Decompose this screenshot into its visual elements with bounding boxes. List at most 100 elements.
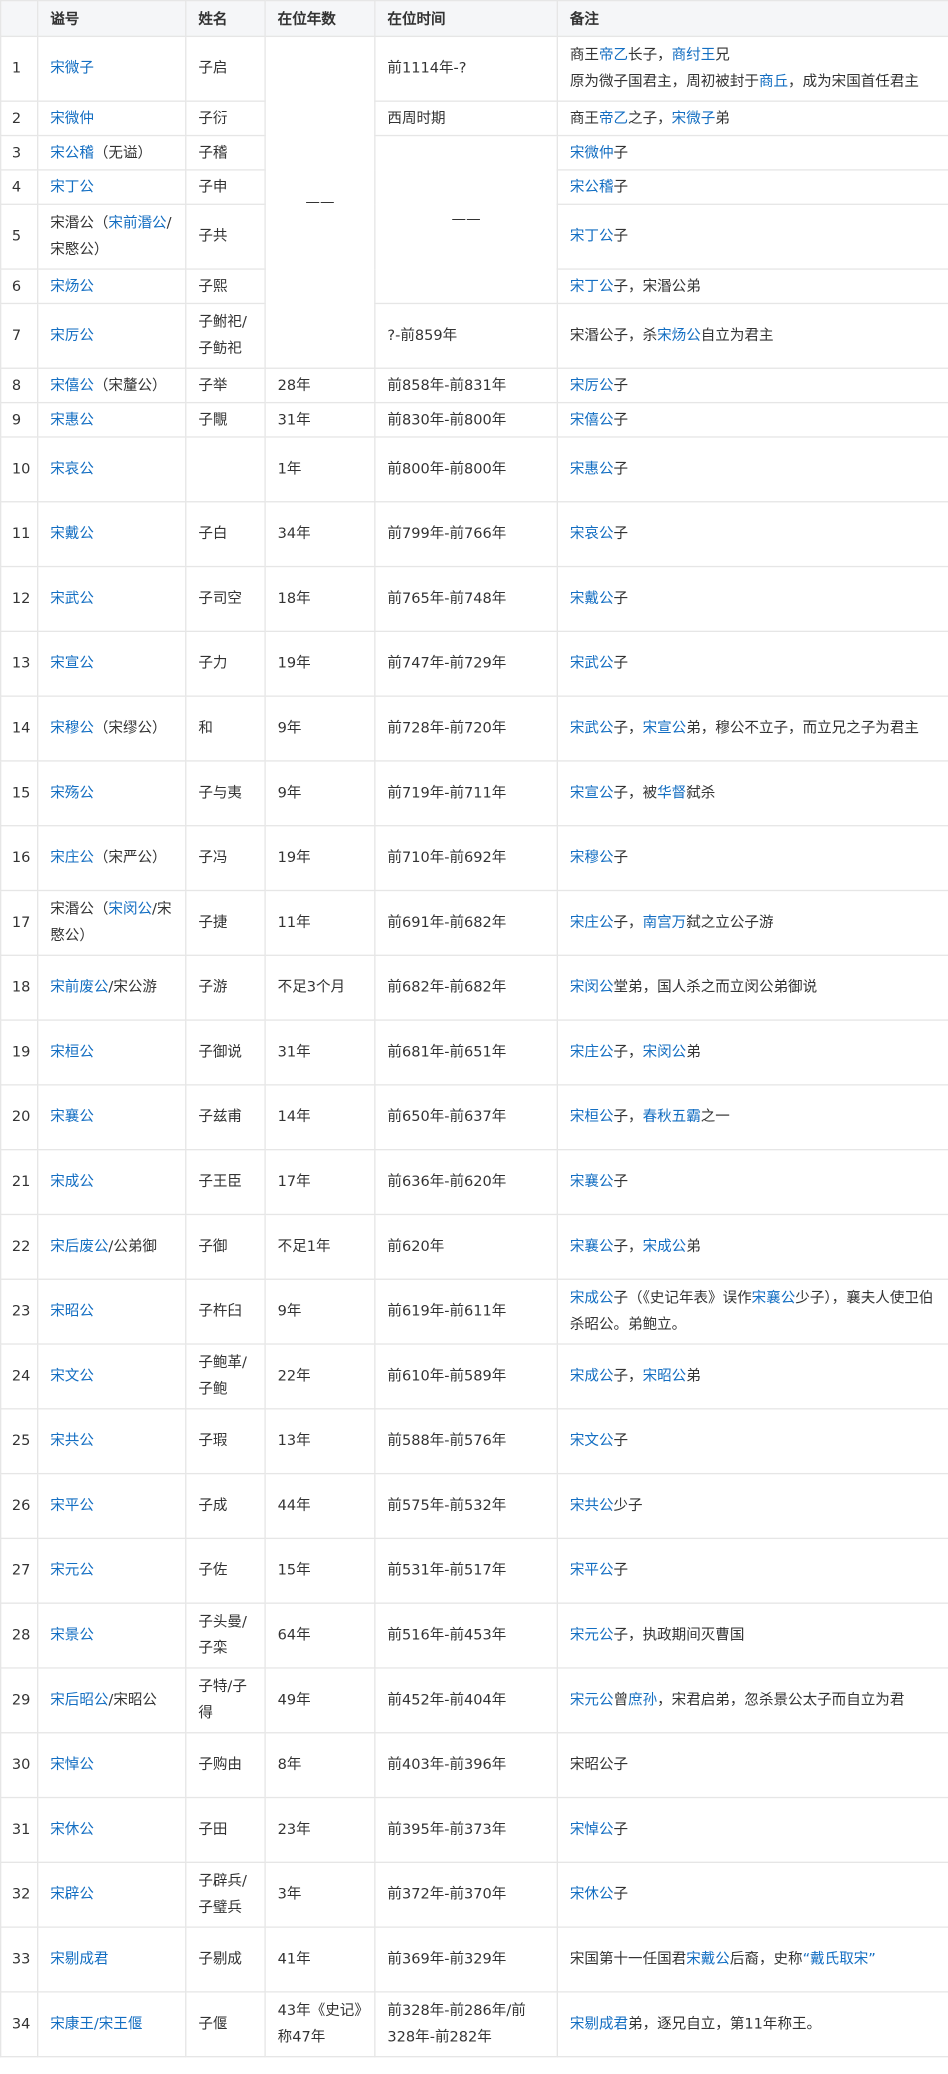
table-row: 20 宋襄公 子兹甫 14年 前650年-前637年 宋桓公子，春秋五霸之一	[0, 1084, 948, 1151]
entry-link[interactable]: 宋后废公	[50, 1238, 108, 1255]
entry-link[interactable]: 宋微子	[50, 59, 94, 76]
table-row: 28 宋景公 子头曼/子栾 64年 前516年-前453年 宋元公子，执政期间灭曹国	[0, 1602, 948, 1669]
entry-link[interactable]: 宋桓公	[50, 1043, 94, 1060]
entry-link[interactable]: 宋闵公	[570, 978, 614, 995]
entry-link[interactable]: 宋文公	[50, 1367, 94, 1384]
entry-link[interactable]: 宋哀公	[50, 460, 94, 477]
entry-link[interactable]: 帝乙	[599, 46, 628, 63]
entry-link[interactable]: 宋戴公	[686, 1950, 730, 1967]
entry-link[interactable]: 宋前废公	[50, 978, 108, 995]
entry-link[interactable]: 宋成公	[643, 1238, 687, 1255]
entry-link[interactable]: 宋共公	[570, 1497, 614, 1514]
entry-link[interactable]: “戴氏取宋”	[803, 1950, 876, 1967]
note-line: 宋哀公子	[570, 521, 936, 547]
entry-link[interactable]: 南宫万	[643, 914, 687, 931]
entry-link[interactable]: 宋微仲	[50, 109, 94, 126]
entry-link[interactable]: 宋成公	[50, 1173, 94, 1190]
entry-link[interactable]: 宋剔成君	[50, 1950, 108, 1967]
entry-link[interactable]: 宋微子	[672, 109, 716, 126]
entry-link[interactable]: 宋炀公	[657, 327, 701, 344]
plain-text: 堂弟，国人杀之而立闵公弟御说	[613, 978, 818, 996]
entry-link[interactable]: 宋宣公	[50, 654, 94, 671]
entry-link[interactable]: 宋剔成君	[570, 2015, 628, 2032]
entry-link[interactable]: 宋休公	[50, 1821, 94, 1838]
entry-link[interactable]: 宋闵公	[643, 1043, 687, 1060]
entry-link[interactable]: 庶孙	[628, 1691, 657, 1708]
entry-link[interactable]: 宋康王/宋王偃	[50, 2015, 142, 2032]
posthumous-name-cell: 宋悼公	[37, 1732, 187, 1799]
entry-link[interactable]: 宋襄公	[50, 1108, 94, 1125]
entry-link[interactable]: 宋丁公	[50, 178, 94, 195]
entry-link[interactable]: 春秋五霸	[643, 1108, 701, 1125]
entry-link[interactable]: 宋炀公	[50, 277, 94, 294]
entry-link[interactable]: 宋前湣公	[108, 214, 166, 231]
row-index: 8	[0, 367, 39, 404]
row-index: 34	[0, 1991, 39, 2058]
entry-link[interactable]: 宋庄公	[50, 849, 94, 866]
entry-link[interactable]: 宋悼公	[570, 1821, 614, 1838]
entry-link[interactable]: 宋庄公	[570, 1043, 614, 1060]
entry-link[interactable]: 宋襄公	[570, 1238, 614, 1255]
entry-link[interactable]: 宋辟公	[50, 1885, 94, 1902]
entry-link[interactable]: 宋成公	[570, 1289, 614, 1306]
reign-period-cell: 前372年-前370年	[374, 1861, 558, 1928]
entry-link[interactable]: 宋丁公	[570, 277, 614, 294]
entry-link[interactable]: 宋公稽	[570, 178, 614, 195]
entry-link[interactable]: 宋戴公	[570, 590, 614, 607]
entry-link[interactable]: 宋成公	[570, 1367, 614, 1384]
entry-link[interactable]: 宋僖公	[50, 376, 94, 393]
row-index: 25	[0, 1408, 39, 1475]
entry-link[interactable]: 宋哀公	[570, 525, 614, 542]
entry-link[interactable]: 宋微仲	[570, 143, 614, 160]
entry-link[interactable]: 宋宣公	[570, 784, 614, 801]
reign-years-cell: 19年	[264, 825, 376, 892]
personal-name-cell: 子兹甫	[185, 1084, 266, 1151]
entry-link[interactable]: 宋文公	[570, 1432, 614, 1449]
entry-link[interactable]: 宋共公	[50, 1432, 94, 1449]
table-row: 10 宋哀公 1年 前800年-前800年 宋惠公子	[0, 436, 948, 503]
entry-link[interactable]: 宋元公	[570, 1691, 614, 1708]
entry-link[interactable]: 帝乙	[599, 109, 628, 126]
entry-link[interactable]: 宋厉公	[50, 327, 94, 344]
reign-years-merged-cell: ——	[264, 35, 376, 369]
plain-text: 子	[613, 376, 629, 394]
entry-link[interactable]: 宋武公	[570, 654, 614, 671]
entry-link[interactable]: 宋元公	[570, 1626, 614, 1643]
entry-link[interactable]: 宋昭公	[50, 1302, 94, 1319]
entry-link[interactable]: 宋后昭公	[50, 1691, 108, 1708]
entry-link[interactable]: 宋武公	[50, 590, 94, 607]
entry-link[interactable]: 宋宣公	[643, 719, 687, 736]
entry-link[interactable]: 宋平公	[570, 1562, 614, 1579]
entry-link[interactable]: 宋襄公	[570, 1173, 614, 1190]
entry-link[interactable]: 商丘	[759, 73, 788, 90]
entry-link[interactable]: 宋襄公	[752, 1289, 796, 1306]
notes-cell: 宋昭公子	[556, 1732, 948, 1799]
entry-link[interactable]: 宋惠公	[50, 411, 94, 428]
entry-link[interactable]: 宋桓公	[570, 1108, 614, 1125]
entry-link[interactable]: 宋殇公	[50, 784, 94, 801]
entry-link[interactable]: 宋悼公	[50, 1756, 94, 1773]
entry-link[interactable]: 宋闵公	[108, 900, 152, 917]
entry-link[interactable]: 宋穆公	[50, 719, 94, 736]
entry-link[interactable]: 宋休公	[570, 1885, 614, 1902]
row-index: 20	[0, 1084, 39, 1151]
entry-link[interactable]: 宋僖公	[570, 411, 614, 428]
entry-link[interactable]: 宋元公	[50, 1562, 94, 1579]
entry-link[interactable]: 宋穆公	[570, 849, 614, 866]
entry-link[interactable]: 宋丁公	[570, 227, 614, 244]
entry-link[interactable]: 宋武公	[570, 719, 614, 736]
entry-link[interactable]: 华督	[657, 784, 686, 801]
entry-link[interactable]: 宋厉公	[570, 376, 614, 393]
entry-link[interactable]: 宋昭公	[643, 1367, 687, 1384]
entry-link[interactable]: 宋景公	[50, 1626, 94, 1643]
entry-link[interactable]: 宋平公	[50, 1497, 94, 1514]
entry-link[interactable]: 宋惠公	[570, 460, 614, 477]
entry-link[interactable]: 宋戴公	[50, 525, 94, 542]
plain-text: 弟	[686, 1043, 701, 1061]
entry-link[interactable]: 商纣王	[672, 46, 716, 63]
entry-link[interactable]: 宋庄公	[570, 914, 614, 931]
reign-period-cell: 前682年-前682年	[374, 954, 558, 1021]
personal-name-cell: 子游	[185, 954, 266, 1021]
personal-name-cell: 子杵臼	[185, 1278, 266, 1345]
entry-link[interactable]: 宋公稽	[50, 143, 94, 160]
